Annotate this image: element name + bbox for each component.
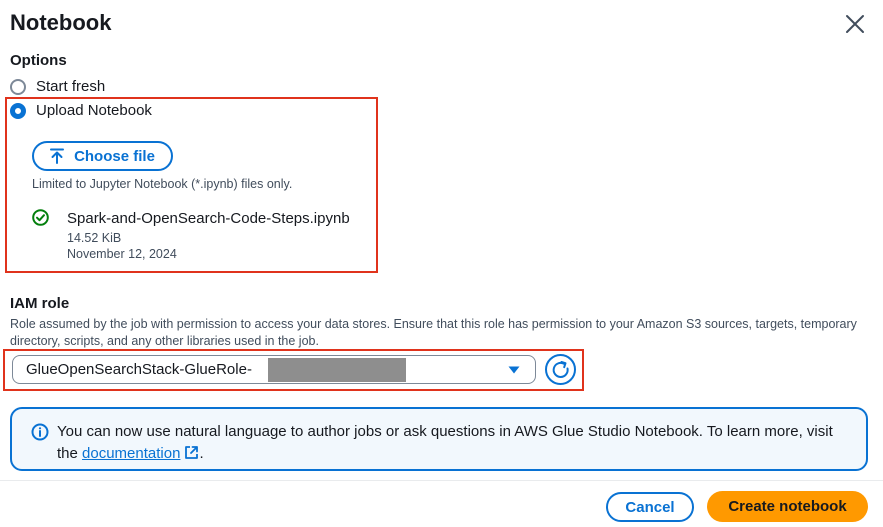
success-check-icon — [32, 209, 49, 226]
uploaded-file-name: Spark-and-OpenSearch-Code-Steps.ipynb — [67, 210, 350, 227]
radio-button-unchecked[interactable] — [10, 78, 26, 95]
info-alert: You can now use natural language to auth… — [10, 407, 868, 471]
redacted-region — [268, 358, 406, 382]
radio-start-fresh[interactable]: Start fresh — [10, 78, 105, 95]
uploaded-file-date: November 12, 2024 — [67, 247, 177, 261]
cancel-button-label: Cancel — [625, 498, 675, 516]
external-link-icon — [185, 446, 199, 459]
iam-role-selected-value: GlueOpenSearchStack-GlueRole- — [26, 361, 252, 378]
info-text: You can now use natural language to auth… — [57, 421, 847, 465]
cancel-button[interactable]: Cancel — [606, 492, 694, 522]
radio-upload-notebook[interactable]: Upload Notebook — [10, 102, 152, 119]
documentation-link[interactable]: documentation — [82, 445, 199, 462]
create-notebook-button-label: Create notebook — [728, 498, 847, 515]
upload-icon — [50, 148, 65, 164]
iam-role-description: Role assumed by the job with permission … — [10, 317, 857, 348]
caret-down-icon — [508, 366, 520, 374]
close-button[interactable] — [843, 12, 867, 36]
documentation-link-label: documentation — [82, 445, 181, 462]
close-icon — [846, 15, 864, 33]
footer-divider — [0, 480, 883, 481]
radio-upload-notebook-label: Upload Notebook — [36, 102, 152, 119]
upload-constraint-text: Limited to Jupyter Notebook (*.ipynb) fi… — [32, 177, 293, 191]
create-notebook-button[interactable]: Create notebook — [707, 491, 868, 522]
iam-role-label: IAM role — [10, 295, 70, 312]
choose-file-button[interactable]: Choose file — [32, 141, 173, 171]
refresh-icon — [552, 360, 569, 378]
modal-title: Notebook — [10, 10, 112, 35]
radio-start-fresh-label: Start fresh — [36, 78, 106, 95]
info-icon — [31, 423, 49, 441]
info-text-end: . — [199, 445, 204, 462]
options-label: Options — [10, 52, 67, 69]
uploaded-file-size: 14.52 KiB — [67, 231, 122, 245]
choose-file-label: Choose file — [74, 147, 155, 165]
refresh-roles-button[interactable] — [545, 354, 576, 385]
radio-button-checked[interactable] — [10, 102, 26, 119]
iam-role-select[interactable]: GlueOpenSearchStack-GlueRole- — [12, 355, 536, 384]
